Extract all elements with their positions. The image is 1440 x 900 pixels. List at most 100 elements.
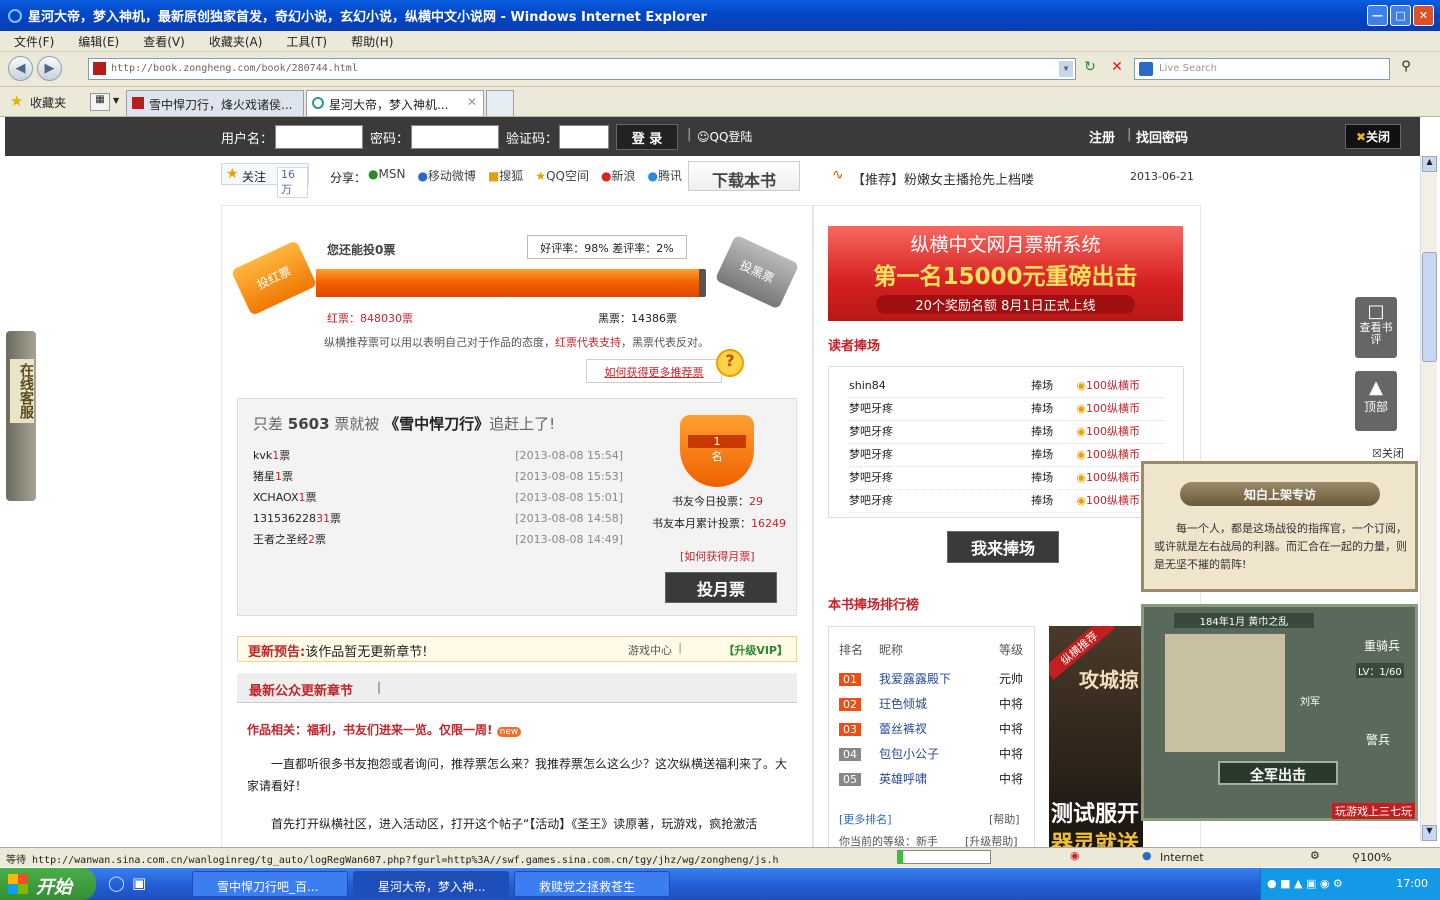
quick-tabs-icon[interactable]: ▦ [90, 93, 110, 111]
news-link[interactable]: 【推荐】粉嫩女主播抢先上档喽 [852, 169, 1034, 188]
vote-desc-red: 红票代表支持 [555, 336, 621, 349]
game-popup[interactable]: 184年1月 黄巾之乱 重骑兵 LV：1/60 刘军 警兵 全军出击 玩游戏上三… [1141, 604, 1418, 821]
view-reviews-button[interactable]: □ 查看书评 [1355, 297, 1397, 358]
rank-nick[interactable]: 玨色倾城 [879, 692, 999, 717]
game-center-link[interactable]: 游戏中心 [628, 642, 672, 658]
attack-button[interactable]: 全军出击 [1218, 761, 1338, 785]
more-votes-link[interactable]: 如何获得更多推荐票 [586, 359, 722, 383]
upgrade-help-link[interactable]: [升级帮助] [965, 833, 1018, 847]
menu-edit[interactable]: 编辑(E) [78, 33, 119, 50]
favorites-label[interactable]: 收藏夹 [30, 94, 66, 111]
scroll-thumb[interactable] [1422, 252, 1437, 362]
tab-list-dropdown-icon[interactable]: ▼ [113, 96, 119, 105]
ie-quicklaunch-icon[interactable]: ◯ [108, 874, 125, 892]
taskbar: 开始 ◯ ▣ 雪中悍刀行吧_百... 星河大帝，梦入神... 救赎党之拯救苍生 … [0, 868, 1440, 900]
register-link[interactable]: 注册 [1089, 127, 1115, 146]
stop-icon[interactable]: ✕ [1107, 59, 1127, 79]
monthly-vote-button[interactable]: 投月票 [665, 572, 777, 603]
show-desktop-icon[interactable]: ▣ [132, 874, 146, 892]
tab-xinghe[interactable]: 星河大帝，梦入神机... ✕ [306, 90, 484, 116]
more-ranking-link[interactable]: [更多排名] [839, 811, 892, 827]
refresh-icon[interactable]: ↻ [1080, 59, 1100, 79]
menu-help[interactable]: 帮助(H) [351, 33, 393, 50]
back-button[interactable]: ◀ [8, 56, 33, 81]
voter-name[interactable]: kvk [253, 449, 272, 462]
online-service-label: 在线客服 [10, 359, 34, 423]
reader-name[interactable]: 梦吧牙疼 [849, 421, 1031, 443]
vote-num: 31 [316, 512, 330, 525]
monthly-ticket-banner[interactable]: 纵横中文网月票新系统 第一名15000元重磅出击 20个奖励名额 8月1日正式上… [828, 226, 1183, 321]
minimize-button[interactable]: — [1367, 5, 1388, 26]
search-go-icon[interactable]: ⚲ [1396, 59, 1416, 79]
address-bar[interactable]: http://book.zongheng.com/book/280744.htm… [88, 58, 1076, 80]
game-popup-footer[interactable]: 玩游戏上三七玩 [1332, 803, 1415, 819]
voter-name[interactable]: 王者之圣经 [253, 533, 308, 546]
post-paragraph-2: 首先打开纵横社区，进入活动区，打开这个帖子“【活动】《圣王》读原著，玩游戏，疯抢… [271, 817, 758, 831]
task-xinghe[interactable]: 星河大帝，梦入神... [353, 871, 509, 897]
follow-widget[interactable]: ★ 关注 16万 [221, 163, 309, 198]
popup-close-link[interactable]: ☒关闭 [1372, 445, 1404, 461]
tab-xuezhong[interactable]: 雪中悍刀行，烽火戏诸侯... [126, 90, 304, 116]
online-service-tab[interactable]: 在线客服 [6, 331, 36, 501]
username-input[interactable] [275, 125, 363, 149]
voter-name[interactable]: 猪星 [253, 470, 275, 483]
share-sina[interactable]: ●新浪 [601, 167, 636, 184]
tray-icons[interactable]: ● ■ ▲ ▣ ◉ ⚙ [1267, 877, 1343, 890]
how-monthly-link[interactable]: [如何获得月票] [680, 548, 755, 564]
rank-nick[interactable]: 包包小公子 [879, 742, 999, 767]
voter-name[interactable]: XCHAOX [253, 491, 299, 504]
close-window-button[interactable]: ✕ [1413, 5, 1434, 26]
scroll-up-icon[interactable]: ▲ [1422, 156, 1437, 172]
support-button[interactable]: 我来捧场 [947, 531, 1059, 563]
password-label: 密码： [370, 132, 410, 147]
game-ad[interactable]: 纵横推荐 攻城掠 测试服开 器灵就送 [1049, 626, 1143, 847]
rank-nick[interactable]: 蕾丝裤衩 [879, 717, 999, 742]
qq-login-link[interactable]: ☺QQ登陆 [697, 128, 752, 145]
task-jiushu[interactable]: 救赎党之拯救苍生 [514, 871, 670, 897]
share-tencent[interactable]: ●腾讯 [647, 167, 682, 184]
close-bar-button[interactable]: ✖ 关闭 [1345, 124, 1401, 149]
chase-book-title[interactable]: 《雪中悍刀行》 [384, 415, 489, 433]
maximize-button[interactable]: □ [1390, 5, 1411, 26]
reader-name[interactable]: shin84 [849, 375, 1031, 397]
rank-nick[interactable]: 英雄呼啸 [879, 767, 999, 792]
rank-nick[interactable]: 我爱露露殿下 [879, 667, 999, 692]
favorites-star-icon[interactable]: ★ [10, 92, 23, 110]
voter-name[interactable]: 131536228 [253, 512, 316, 525]
address-dropdown-icon[interactable]: ▼ [1059, 61, 1073, 77]
menu-view[interactable]: 查看(V) [143, 33, 185, 50]
share-msn[interactable]: ●MSN [368, 167, 405, 184]
login-button[interactable]: 登 录 [616, 124, 678, 150]
scroll-down-icon[interactable]: ▼ [1422, 825, 1437, 841]
reader-name[interactable]: 梦吧牙疼 [849, 398, 1031, 420]
protected-mode-icon[interactable]: ⚙ [1310, 849, 1320, 862]
upgrade-vip-link[interactable]: 【升级VIP】 [723, 642, 788, 658]
update-notice: 更新预告:该作品暂无更新章节! 游戏中心 | 【升级VIP】 [237, 636, 797, 662]
share-mobile-weibo[interactable]: ●移动微博 [417, 167, 476, 184]
zoom-level[interactable]: ⚲100% [1352, 851, 1392, 864]
reader-name[interactable]: 梦吧牙疼 [849, 444, 1031, 466]
menu-file[interactable]: 文件(F) [14, 33, 54, 50]
tab-close-icon[interactable]: ✕ [467, 95, 477, 109]
reader-name[interactable]: 梦吧牙疼 [849, 490, 1031, 512]
page-scrollbar[interactable]: ▲ ▼ [1420, 156, 1437, 841]
new-tab-button[interactable] [486, 90, 514, 116]
post-title-link[interactable]: 作品相关：福利，书友们进来一览。仅限一周! new [247, 721, 522, 738]
vote-desc-b: ，黑票代表反对。 [621, 336, 709, 349]
menu-tools[interactable]: 工具(T) [286, 33, 327, 50]
reader-name[interactable]: 梦吧牙疼 [849, 467, 1031, 489]
task-xuezhong[interactable]: 雪中悍刀行吧_百... [192, 871, 348, 897]
find-password-link[interactable]: 找回密码 [1136, 127, 1188, 146]
back-to-top-button[interactable]: ▲ 顶部 [1355, 371, 1397, 431]
search-input[interactable]: Live Search [1134, 58, 1390, 80]
share-sohu[interactable]: ■搜狐 [488, 167, 523, 184]
menu-favorites[interactable]: 收藏夹(A) [209, 33, 263, 50]
share-qzone[interactable]: ★QQ空间 [535, 167, 589, 184]
forward-button[interactable]: ▶ [37, 56, 62, 81]
download-book-button[interactable]: 下载本书 [688, 161, 800, 191]
popup-blocker-icon[interactable]: ◉ [1070, 849, 1080, 862]
captcha-input[interactable] [559, 125, 609, 149]
ranking-help-link[interactable]: [帮助] [989, 811, 1020, 827]
password-input[interactable] [411, 125, 499, 149]
help-question-icon[interactable]: ? [716, 349, 744, 377]
